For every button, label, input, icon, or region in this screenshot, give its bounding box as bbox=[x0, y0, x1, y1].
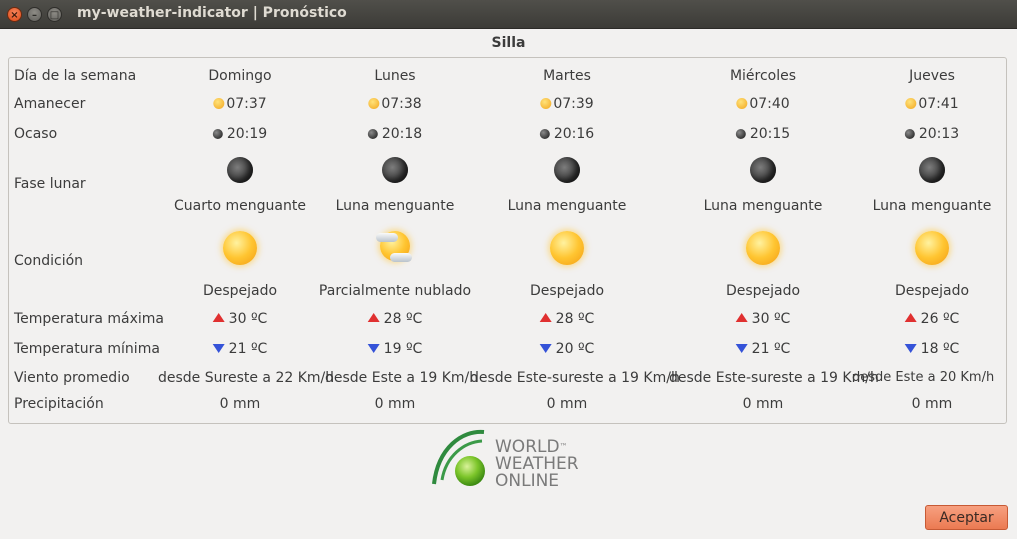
row-label-condition: Condición bbox=[14, 253, 84, 269]
temp-max: 28 ºC bbox=[367, 311, 422, 327]
partly-cloudy-icon bbox=[376, 231, 412, 265]
title-bar: × – □ my-weather-indicator | Pronóstico bbox=[0, 0, 1017, 29]
row-label-tmax: Temperatura máxima bbox=[14, 311, 165, 327]
sunset-time: 20:18 bbox=[367, 126, 422, 142]
sun-icon bbox=[550, 231, 584, 265]
location-title: Silla bbox=[491, 35, 526, 51]
sunset-time: 20:15 bbox=[735, 126, 790, 142]
condition-label: Despejado bbox=[529, 283, 605, 299]
wind-label: desde Este a 19 Km/h bbox=[325, 370, 479, 386]
maximize-window-button[interactable]: □ bbox=[47, 7, 62, 22]
cloud-icon bbox=[390, 253, 412, 262]
temp-min: 20 ºC bbox=[539, 341, 594, 357]
close-icon: × bbox=[10, 10, 19, 21]
temp-down-icon bbox=[735, 344, 748, 353]
moon-phase-label: Luna menguante bbox=[335, 198, 455, 214]
moon-phase-label: Luna menguante bbox=[872, 198, 992, 214]
moon-phase-icon bbox=[919, 157, 945, 183]
precipitation: 0 mm bbox=[374, 396, 416, 412]
temp-min: 21 ºC bbox=[735, 341, 790, 357]
cloud-icon bbox=[376, 233, 398, 242]
sunset-icon bbox=[904, 129, 915, 139]
condition-label: Despejado bbox=[202, 283, 278, 299]
sunset-time: 20:16 bbox=[539, 126, 594, 142]
wind-label: desde Este a 20 Km/h bbox=[852, 370, 995, 385]
temp-min: 21 ºC bbox=[212, 341, 267, 357]
row-label-sunrise: Amanecer bbox=[14, 96, 86, 112]
sunrise-icon bbox=[213, 98, 225, 109]
accept-button[interactable]: Aceptar bbox=[925, 505, 1008, 530]
moon-phase-label: Luna menguante bbox=[703, 198, 823, 214]
temp-down-icon bbox=[212, 344, 225, 353]
condition-label: Despejado bbox=[894, 283, 970, 299]
sunrise-icon bbox=[540, 98, 552, 109]
moon-phase-icon bbox=[750, 157, 776, 183]
day-name: Martes bbox=[543, 68, 591, 84]
row-label-moon: Fase lunar bbox=[14, 176, 86, 192]
temp-up-icon bbox=[735, 313, 748, 322]
forecast-frame bbox=[8, 57, 1007, 424]
temp-down-icon bbox=[904, 344, 917, 353]
minimize-window-button[interactable]: – bbox=[27, 7, 42, 22]
row-label-day: Día de la semana bbox=[14, 68, 137, 84]
sunset-icon bbox=[367, 129, 378, 139]
sunrise-time: 07:39 bbox=[540, 96, 594, 112]
sunset-icon bbox=[735, 129, 746, 139]
precipitation: 0 mm bbox=[219, 396, 261, 412]
temp-min: 19 ºC bbox=[367, 341, 422, 357]
day-name: Domingo bbox=[208, 68, 272, 84]
wind-label: desde Sureste a 22 Km/h bbox=[158, 370, 335, 386]
temp-max: 30 ºC bbox=[735, 311, 790, 327]
window-title: my-weather-indicator | Pronóstico bbox=[77, 5, 347, 21]
temp-up-icon bbox=[212, 313, 225, 322]
row-label-wind: Viento promedio bbox=[14, 370, 130, 386]
sunset-icon bbox=[539, 129, 550, 139]
sunrise-time: 07:37 bbox=[213, 96, 267, 112]
row-label-tmin: Temperatura mínima bbox=[14, 341, 160, 357]
moon-phase-label: Cuarto menguante bbox=[174, 198, 306, 214]
temp-down-icon bbox=[539, 344, 552, 353]
moon-phase-icon bbox=[382, 157, 408, 183]
temp-down-icon bbox=[367, 344, 380, 353]
temp-up-icon bbox=[904, 313, 917, 322]
row-label-precip: Precipitación bbox=[14, 396, 104, 412]
moon-phase-icon bbox=[554, 157, 580, 183]
sunrise-icon bbox=[368, 98, 380, 109]
sunset-icon bbox=[212, 129, 223, 139]
precipitation: 0 mm bbox=[911, 396, 953, 412]
sun-icon bbox=[223, 231, 257, 265]
sun-icon bbox=[915, 231, 949, 265]
day-name: Jueves bbox=[909, 68, 955, 84]
sunrise-time: 07:40 bbox=[736, 96, 790, 112]
temp-up-icon bbox=[539, 313, 552, 322]
moon-phase-icon bbox=[227, 157, 253, 183]
wind-label: desde Este-sureste a 19 Km/h bbox=[669, 370, 879, 386]
temp-max: 30 ºC bbox=[212, 311, 267, 327]
sunrise-icon bbox=[905, 98, 917, 109]
temp-min: 18 ºC bbox=[904, 341, 959, 357]
precipitation: 0 mm bbox=[742, 396, 784, 412]
temp-up-icon bbox=[367, 313, 380, 322]
minimize-icon: – bbox=[32, 10, 37, 21]
condition-label: Despejado bbox=[725, 283, 801, 299]
sun-icon bbox=[746, 231, 780, 265]
temp-max: 26 ºC bbox=[904, 311, 959, 327]
moon-phase-label: Luna menguante bbox=[507, 198, 627, 214]
maximize-icon: □ bbox=[49, 10, 60, 21]
sunset-time: 20:19 bbox=[212, 126, 267, 142]
row-label-sunset: Ocaso bbox=[14, 126, 58, 142]
close-window-button[interactable]: × bbox=[7, 7, 22, 22]
day-name: Miércoles bbox=[729, 68, 797, 84]
day-name: Lunes bbox=[374, 68, 416, 84]
logo-text-line3: ONLINE bbox=[495, 471, 560, 491]
precipitation: 0 mm bbox=[546, 396, 588, 412]
temp-max: 28 ºC bbox=[539, 311, 594, 327]
sunrise-icon bbox=[736, 98, 748, 109]
condition-label: Parcialmente nublado bbox=[318, 283, 472, 299]
sunset-time: 20:13 bbox=[904, 126, 959, 142]
sunrise-time: 07:41 bbox=[905, 96, 959, 112]
sunrise-time: 07:38 bbox=[368, 96, 422, 112]
wind-label: desde Este-sureste a 19 Km/h bbox=[470, 370, 680, 386]
